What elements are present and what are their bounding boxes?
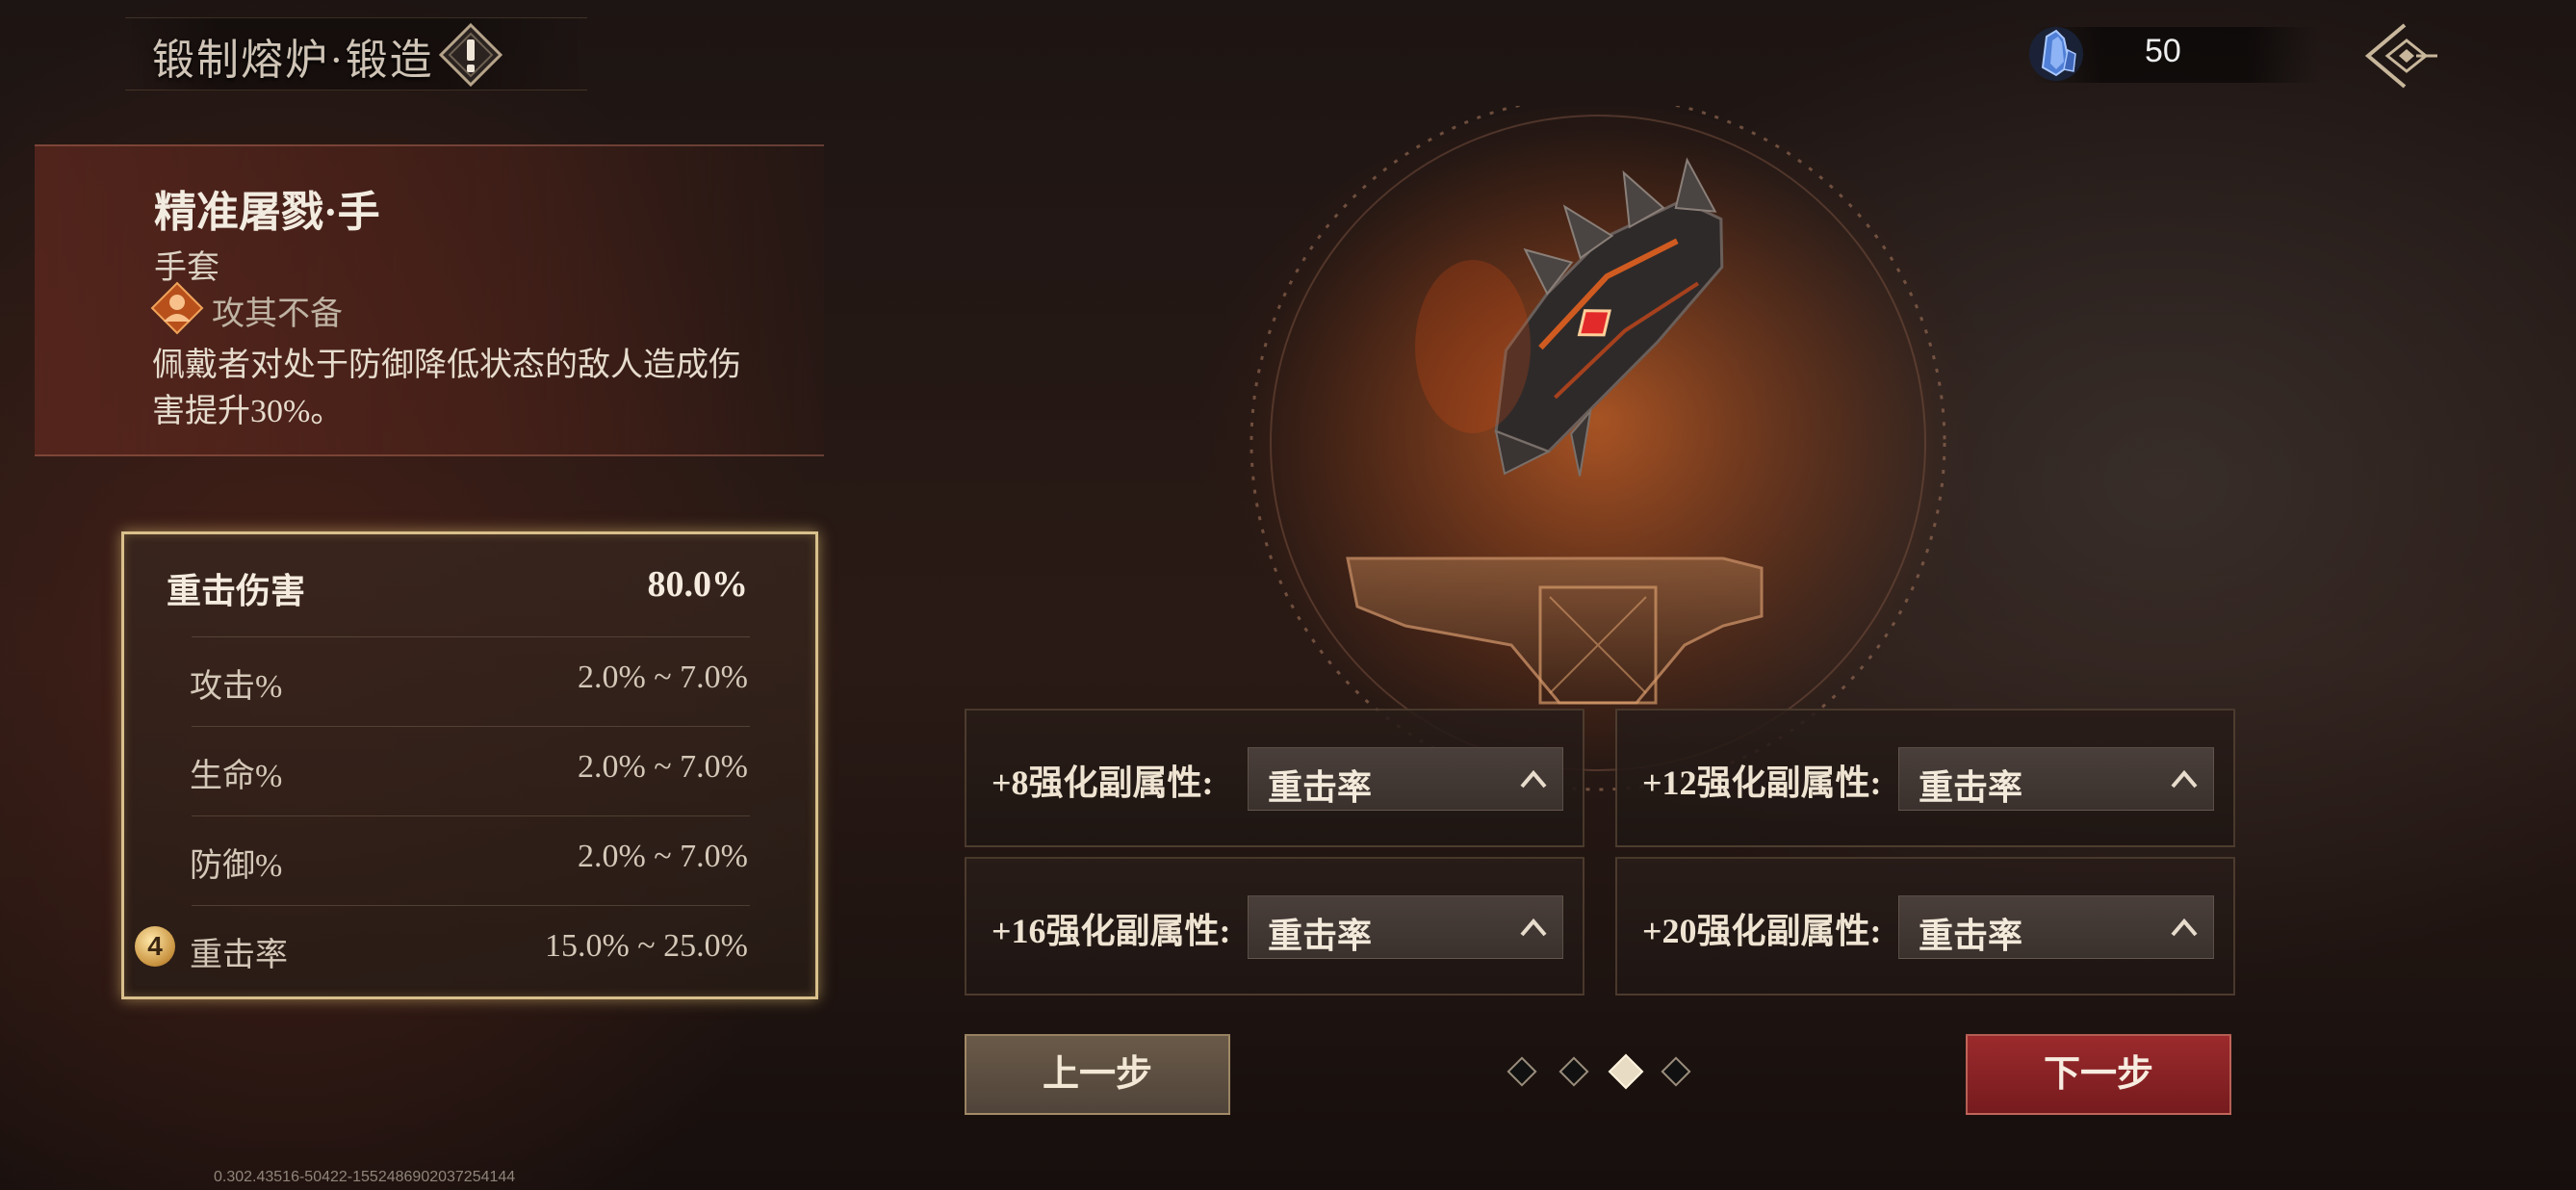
step-indicator xyxy=(1558,1056,1589,1087)
sub-attr-value: 重击率 xyxy=(1919,917,2023,955)
sub-attr-slot-16: +16强化副属性: 重击率 xyxy=(965,857,1584,996)
forge-altar-illustration xyxy=(1184,94,2012,799)
sub-attr-slot-20: +20强化副属性: 重击率 xyxy=(1615,857,2235,996)
chevron-up-icon xyxy=(1520,769,1547,789)
sub-attr-label: +20强化副属性: xyxy=(1642,912,1882,950)
sub-attr-label: +12强化副属性: xyxy=(1642,763,1882,802)
main-stat-value: 80.0% xyxy=(647,564,749,605)
sub-stat-label: 攻击% xyxy=(190,669,283,705)
sub-attr-slot-12: +12强化副属性: 重击率 xyxy=(1615,709,2235,847)
sub-stat-row: 生命% 2.0% ~ 7.0% xyxy=(124,726,815,815)
sub-attr-value: 重击率 xyxy=(1268,768,1373,807)
sub-stat-label: 生命% xyxy=(190,759,283,794)
sub-stat-row: 防御% 2.0% ~ 7.0% xyxy=(124,815,815,905)
sub-attr-slot-8: +8强化副属性: 重击率 xyxy=(965,709,1584,847)
main-stat-label: 重击伤害 xyxy=(167,572,306,610)
set-name: 攻其不备 xyxy=(212,297,343,332)
exclamation-diamond-icon xyxy=(438,22,503,88)
step-indicator xyxy=(1507,1056,1537,1087)
chevron-up-icon xyxy=(2171,918,2198,937)
sub-attr-dropdown[interactable]: 重击率 xyxy=(1248,747,1563,811)
sub-stat-label: 防御% xyxy=(190,848,283,884)
sub-stat-range: 15.0% ~ 25.0% xyxy=(544,928,748,964)
sub-attr-value: 重击率 xyxy=(1268,917,1373,955)
currency-value: 50 xyxy=(2145,33,2181,69)
sub-stat-range: 2.0% ~ 7.0% xyxy=(577,749,748,785)
stats-panel: 重击伤害 80.0% 攻击% 2.0% ~ 7.0% 生命% 2.0% ~ 7.… xyxy=(121,531,818,999)
step-indicator-active xyxy=(1608,1053,1644,1090)
sub-attr-label: +8强化副属性: xyxy=(992,763,1214,802)
set-bonus-icon xyxy=(150,281,204,335)
back-arrow-icon xyxy=(2364,23,2437,89)
back-button[interactable] xyxy=(2357,15,2439,96)
chevron-up-icon xyxy=(1520,918,1547,937)
sub-attr-value: 重击率 xyxy=(1919,768,2023,807)
build-version: 0.302.43516-50422-1552486902037254144 xyxy=(214,1169,516,1185)
main-stat-row: 重击伤害 80.0% xyxy=(124,534,815,624)
item-description: 佩戴者对处于防御降低状态的敌人造成伤害提升30%。 xyxy=(152,348,741,429)
prev-step-button[interactable]: 上一步 xyxy=(965,1034,1230,1115)
item-name: 精准屠戮·手 xyxy=(154,189,380,236)
crystal-icon xyxy=(2025,21,2087,85)
sub-stat-range: 2.0% ~ 7.0% xyxy=(577,839,748,874)
sub-stat-label: 重击率 xyxy=(190,938,288,973)
next-step-button[interactable]: 下一步 xyxy=(1966,1034,2231,1115)
chevron-up-icon xyxy=(2171,769,2198,789)
sub-attr-dropdown[interactable]: 重击率 xyxy=(1898,747,2214,811)
info-button[interactable] xyxy=(438,22,503,88)
sub-stat-row: 攻击% 2.0% ~ 7.0% xyxy=(124,636,815,726)
sub-stat-row: 重击率 15.0% ~ 25.0% xyxy=(124,905,815,995)
sub-attr-dropdown[interactable]: 重击率 xyxy=(1898,895,2214,959)
stat-count-badge: 4 xyxy=(135,926,175,967)
sub-attr-dropdown[interactable]: 重击率 xyxy=(1248,895,1563,959)
sub-attr-label: +16强化副属性: xyxy=(992,912,1231,950)
step-indicator xyxy=(1661,1056,1691,1087)
page-title: 锻制熔炉·锻造 xyxy=(152,37,434,84)
sub-stat-range: 2.0% ~ 7.0% xyxy=(577,660,748,695)
